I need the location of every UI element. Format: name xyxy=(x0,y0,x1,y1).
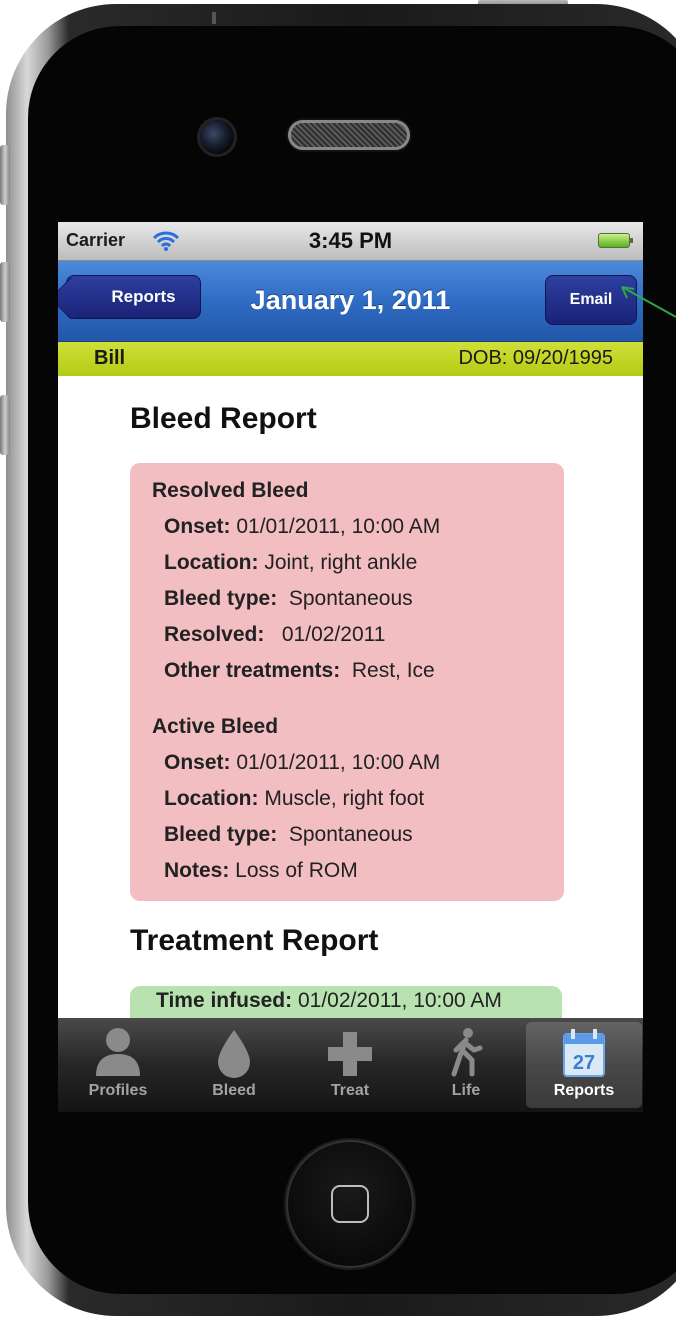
active-onset: Onset: 01/01/2011, 10:00 AM xyxy=(164,751,441,774)
resolved-location: Location: Joint, right ankle xyxy=(164,551,418,574)
tab-bleed-label: Bleed xyxy=(212,1082,256,1099)
home-square-icon xyxy=(331,1185,369,1223)
resolved-date: Resolved: 01/02/2011 xyxy=(164,623,386,646)
tab-profiles[interactable]: Profiles xyxy=(60,1022,176,1108)
tab-profiles-label: Profiles xyxy=(88,1082,148,1099)
resolved-bleed-type: Bleed type: Spontaneous xyxy=(164,587,413,610)
tab-treat[interactable]: Treat xyxy=(292,1022,408,1108)
active-location: Location: Muscle, right foot xyxy=(164,787,425,810)
phone-screen: Carrier 3:45 PM Reports January 1, 2011 … xyxy=(58,222,643,1112)
mute-switch xyxy=(0,145,10,205)
status-time: 3:45 PM xyxy=(308,228,393,253)
tab-treat-label: Treat xyxy=(330,1082,370,1099)
back-button-label: Reports xyxy=(111,287,176,306)
page-title: January 1, 2011 xyxy=(250,285,451,315)
volume-down-button xyxy=(0,395,10,455)
tab-life[interactable]: Life xyxy=(408,1022,524,1108)
tab-reports-label: Reports xyxy=(553,1082,615,1099)
patient-dob: DOB: 09/20/1995 xyxy=(458,347,613,369)
front-camera xyxy=(200,120,234,154)
report-content[interactable]: Bleed Report Resolved Bleed Onset: 01/01… xyxy=(58,376,643,1018)
back-button-reports[interactable]: Reports xyxy=(66,275,201,319)
active-notes: Notes: Loss of ROM xyxy=(164,859,358,882)
person-icon xyxy=(96,1028,140,1076)
walking-icon xyxy=(451,1028,483,1077)
bleed-report-title: Bleed Report xyxy=(130,402,317,435)
active-bleed-type: Bleed type: Spontaneous xyxy=(164,823,413,846)
resolved-onset: Onset: 01/01/2011, 10:00 AM xyxy=(164,515,441,538)
bleed-report-card: Resolved Bleed Onset: 01/01/2011, 10:00 … xyxy=(130,463,564,901)
active-bleed-heading: Active Bleed xyxy=(152,715,279,738)
earpiece-speaker xyxy=(288,120,410,150)
tab-bleed[interactable]: Bleed xyxy=(176,1022,292,1108)
calendar-icon: 27 xyxy=(563,1029,605,1077)
tab-bar: Profiles Bleed Treat Life 27 Reports xyxy=(58,1018,643,1112)
resolved-bleed-heading: Resolved Bleed xyxy=(152,479,309,502)
home-button[interactable] xyxy=(286,1140,414,1268)
battery-icon xyxy=(598,233,633,248)
status-bar: Carrier 3:45 PM xyxy=(58,222,643,261)
treatment-time-infused: Time infused: 01/02/2011, 10:00 AM xyxy=(156,989,502,1012)
navigation-bar: Reports January 1, 2011 Email xyxy=(58,261,643,342)
drop-icon xyxy=(218,1030,250,1078)
volume-up-button xyxy=(0,262,10,322)
patient-bar: Bill DOB: 09/20/1995 xyxy=(58,342,643,376)
treatment-report-title: Treatment Report xyxy=(130,924,379,957)
tab-reports[interactable]: 27 Reports xyxy=(526,1022,642,1108)
annotation-arrow-icon xyxy=(621,286,676,318)
treatment-report-card: Time infused: 01/02/2011, 10:00 AM xyxy=(130,986,562,1018)
resolved-other-treatments: Other treatments: Rest, Ice xyxy=(164,659,435,682)
tab-life-label: Life xyxy=(451,1082,481,1099)
calendar-badge: 27 xyxy=(573,1052,595,1074)
antenna-seam xyxy=(212,12,216,24)
patient-name: Bill xyxy=(94,347,126,369)
plus-icon xyxy=(328,1032,372,1076)
